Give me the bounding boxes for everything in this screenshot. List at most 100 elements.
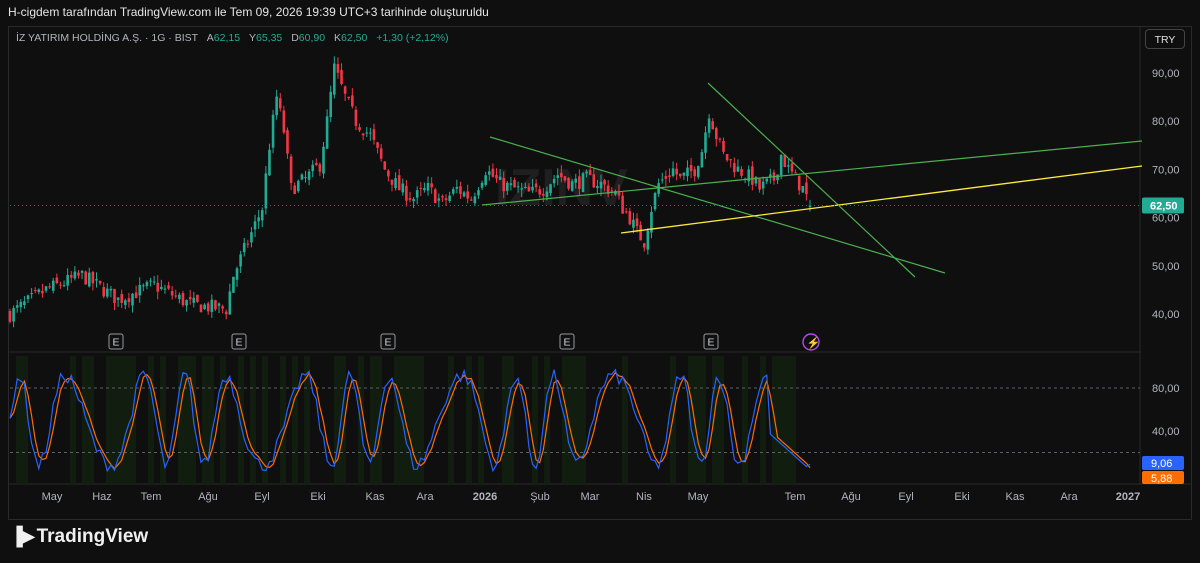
candle-body [170,291,174,296]
candle-body [206,303,210,312]
candle-body [790,163,794,172]
candle [289,154,293,190]
candle-body [142,285,145,287]
stoch-zone [394,356,400,484]
candle-body [102,287,105,297]
stoch-zone [16,356,22,484]
candle [307,168,311,186]
candle-body [300,174,304,180]
stoch-k-value: 9,06 [1151,458,1172,470]
candle-body [711,121,715,130]
candle [351,88,354,109]
candle-body [635,218,639,227]
candle [696,165,700,180]
candle [80,270,84,280]
candle-body [116,297,120,300]
time-axis-tick: Tem [141,491,162,503]
time-axis-tick: Ara [416,491,434,503]
candle [379,144,383,162]
close-label: K [334,32,342,44]
candle-body [733,163,736,173]
candle [387,169,390,182]
price-chart[interactable]: IZINV90,0080,0070,0060,0050,0040,0062,50… [0,0,1200,563]
candle [286,127,289,159]
candle-body [12,308,15,322]
price-axis-tick: 60,00 [1152,213,1180,225]
candle-body [289,156,293,183]
candle [268,143,271,177]
candle-body [761,181,765,189]
candle-body [91,271,95,284]
candle-body [383,161,387,170]
stoch-zone [580,356,586,484]
candle [668,168,671,183]
candle-body [678,173,682,177]
candle-body [502,178,505,192]
dividend-icon: ⚡ [807,337,821,350]
candle-body [588,170,592,176]
candle [704,126,707,160]
candle [260,207,264,228]
candle-body [351,95,354,107]
candle-body [570,181,574,191]
candle [199,304,203,313]
candle [145,280,149,290]
candle-body [797,175,801,191]
candle [365,126,369,138]
candle [722,137,725,155]
candle-body [296,180,300,192]
candle-body [581,173,585,193]
candle-body [59,284,62,286]
candle-body [322,146,325,174]
candle-body [776,174,779,181]
stoch-zone [250,356,256,484]
candle-body [473,196,477,204]
candle-body [455,186,459,189]
candle [462,190,466,198]
candle [707,114,711,138]
candle-body [779,155,783,176]
price-axis-tick: 50,00 [1152,261,1180,273]
candle [300,173,304,181]
candle [152,275,156,286]
candle-body [271,114,275,148]
stoch-zone [790,356,796,484]
candle [689,157,693,179]
earnings-marker: E [380,333,396,350]
candle [477,187,480,199]
stoch-zone [292,356,298,484]
candle-body [8,310,12,322]
candle-body [127,298,131,303]
stoch-zone [124,356,130,484]
candle [747,165,751,187]
candle-body [113,288,116,304]
candle [347,96,351,101]
candle [196,294,199,303]
candle-body [448,195,451,201]
time-axis-tick: Kas [1006,491,1025,503]
candle-body [315,163,318,166]
candle [224,309,228,320]
candle [733,157,736,178]
close-value: 62,50 [341,32,368,44]
currency-button[interactable]: TRY [1145,29,1185,49]
candle-body [758,178,761,190]
candle [751,161,754,191]
candle [322,141,325,179]
candle-body [794,172,797,174]
candle [192,291,196,308]
candle [459,181,462,199]
earnings-marker: E [108,333,124,350]
candle-body [26,295,30,300]
candle [794,169,797,174]
candle-body [520,188,524,190]
candle [743,177,747,184]
candle [754,175,758,187]
candle-body [722,140,725,152]
candle [675,162,678,181]
candle-body [149,280,152,282]
candle [419,182,423,197]
candle-body [73,271,77,279]
stoch-zone [220,356,226,484]
candle [221,304,224,314]
